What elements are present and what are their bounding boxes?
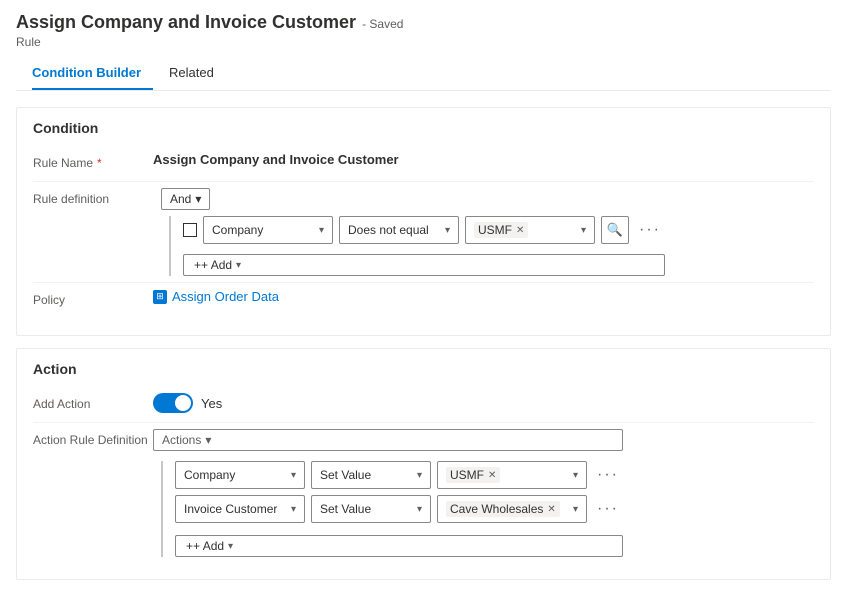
add-chevron-icon: ▾ — [236, 260, 241, 271]
add-action-chevron-icon: ▾ — [228, 541, 233, 552]
policy-label: Policy — [33, 289, 153, 307]
policy-value: ⊞ Assign Order Data — [153, 289, 814, 304]
add-action-toggle[interactable] — [153, 393, 193, 413]
action-value-dropdown-1[interactable]: Cave Wholesales ✕ ▾ — [437, 495, 587, 523]
action-more-options-button-0[interactable]: ··· — [593, 466, 623, 484]
rule-definition-label: Rule definition — [33, 188, 153, 206]
action-value-tag-1: Cave Wholesales ✕ — [446, 501, 560, 517]
action-rule-definition-row: Action Rule Definition Actions ▾ Compan — [33, 423, 814, 563]
condition-checkbox-0[interactable] — [183, 223, 197, 237]
toggle-knob — [175, 395, 191, 411]
action-operator-dropdown-1[interactable]: Set Value ▾ — [311, 495, 431, 523]
action-operator-chevron-icon-1: ▾ — [417, 504, 422, 515]
page-title-row: Assign Company and Invoice Customer - Sa… — [16, 12, 831, 33]
policy-icon: ⊞ — [153, 290, 167, 304]
rule-name-text: Assign Company and Invoice Customer — [153, 152, 399, 167]
action-row-0: Company ▾ Set Value ▾ USMF — [175, 461, 623, 489]
value-tag-close-icon-0[interactable]: ✕ — [516, 225, 524, 236]
action-rule-label: Action Rule Definition — [33, 429, 153, 447]
action-value-tag-close-icon-0[interactable]: ✕ — [488, 470, 496, 481]
action-value-chevron-icon-1: ▾ — [573, 504, 578, 515]
action-rule-value: Actions ▾ Company ▾ Set V — [153, 429, 814, 557]
actions-block: Actions ▾ Company ▾ Set V — [153, 429, 623, 557]
content-area: Condition Rule Name * Assign Company and… — [0, 95, 847, 604]
rule-definition-value: And ▾ Company ▾ Does no — [153, 188, 814, 276]
field-dropdown-chevron-icon: ▾ — [319, 225, 324, 236]
add-action-row-btn[interactable]: + + Add ▾ — [175, 535, 623, 557]
toggle-container: Yes — [153, 393, 222, 413]
action-operator-chevron-icon-0: ▾ — [417, 470, 422, 481]
add-action-value: Yes — [153, 393, 814, 413]
page-header: Assign Company and Invoice Customer - Sa… — [0, 0, 847, 95]
action-value-tag-close-icon-1[interactable]: ✕ — [547, 504, 555, 515]
logic-connector: And ▾ Company ▾ Does no — [153, 188, 665, 276]
tabs-row: Condition Builder Related — [16, 57, 831, 91]
action-row-1: Invoice Customer ▾ Set Value ▾ Cave Who — [175, 495, 623, 523]
action-value-chevron-icon-0: ▾ — [573, 470, 578, 481]
search-icon: 🔍 — [607, 222, 623, 238]
and-chevron-icon: ▾ — [195, 192, 201, 206]
condition-section: Condition Rule Name * Assign Company and… — [16, 107, 831, 336]
add-action-label: Add Action — [33, 393, 153, 411]
more-options-button-0[interactable]: ··· — [635, 221, 665, 239]
required-indicator: * — [97, 156, 102, 170]
actions-operator-dropdown[interactable]: Actions ▾ — [153, 429, 623, 451]
page-subtitle: Rule — [16, 35, 831, 49]
add-action-row: Add Action Yes — [33, 387, 814, 423]
action-operator-dropdown-0[interactable]: Set Value ▾ — [311, 461, 431, 489]
policy-link[interactable]: ⊞ Assign Order Data — [153, 289, 279, 304]
action-field-dropdown-0[interactable]: Company ▾ — [175, 461, 305, 489]
tab-related[interactable]: Related — [169, 57, 226, 90]
operator-dropdown-0[interactable]: Does not equal ▾ — [339, 216, 459, 244]
action-rows: Company ▾ Set Value ▾ USMF — [161, 461, 623, 557]
tab-condition-builder[interactable]: Condition Builder — [32, 57, 153, 90]
action-field-chevron-icon-0: ▾ — [291, 470, 296, 481]
actions-chevron-icon: ▾ — [205, 433, 211, 447]
policy-row: Policy ⊞ Assign Order Data — [33, 283, 814, 319]
action-more-options-button-1[interactable]: ··· — [593, 500, 623, 518]
value-dropdown-chevron-icon: ▾ — [581, 225, 586, 236]
condition-row-0: Company ▾ Does not equal ▾ USMF — [183, 216, 665, 244]
action-field-dropdown-1[interactable]: Invoice Customer ▾ — [175, 495, 305, 523]
condition-section-title: Condition — [33, 120, 814, 136]
saved-badge: - Saved — [362, 17, 403, 31]
action-value-dropdown-0[interactable]: USMF ✕ ▾ — [437, 461, 587, 489]
and-operator-dropdown[interactable]: And ▾ — [161, 188, 210, 210]
add-action-plus-icon: + — [186, 539, 193, 553]
add-condition-btn[interactable]: + + Add ▾ — [183, 254, 665, 276]
rule-name-value: Assign Company and Invoice Customer — [153, 152, 814, 167]
operator-dropdown-chevron-icon: ▾ — [445, 225, 450, 236]
search-button-0[interactable]: 🔍 — [601, 216, 629, 244]
action-section: Action Add Action Yes A — [16, 348, 831, 580]
toggle-yes-label: Yes — [201, 396, 222, 411]
rule-definition-row: Rule definition And ▾ Company — [33, 182, 814, 283]
value-tag-0: USMF ✕ — [474, 222, 528, 238]
rule-name-label: Rule Name * — [33, 152, 153, 170]
conditions-block: Company ▾ Does not equal ▾ USMF — [169, 216, 665, 276]
page-title: Assign Company and Invoice Customer — [16, 12, 356, 33]
page-wrapper: Assign Company and Invoice Customer - Sa… — [0, 0, 847, 604]
action-field-chevron-icon-1: ▾ — [291, 504, 296, 515]
field-dropdown-0[interactable]: Company ▾ — [203, 216, 333, 244]
rule-name-row: Rule Name * Assign Company and Invoice C… — [33, 146, 814, 182]
add-icon: + — [194, 258, 201, 272]
action-section-title: Action — [33, 361, 814, 377]
value-dropdown-0[interactable]: USMF ✕ ▾ — [465, 216, 595, 244]
action-value-tag-0: USMF ✕ — [446, 467, 500, 483]
